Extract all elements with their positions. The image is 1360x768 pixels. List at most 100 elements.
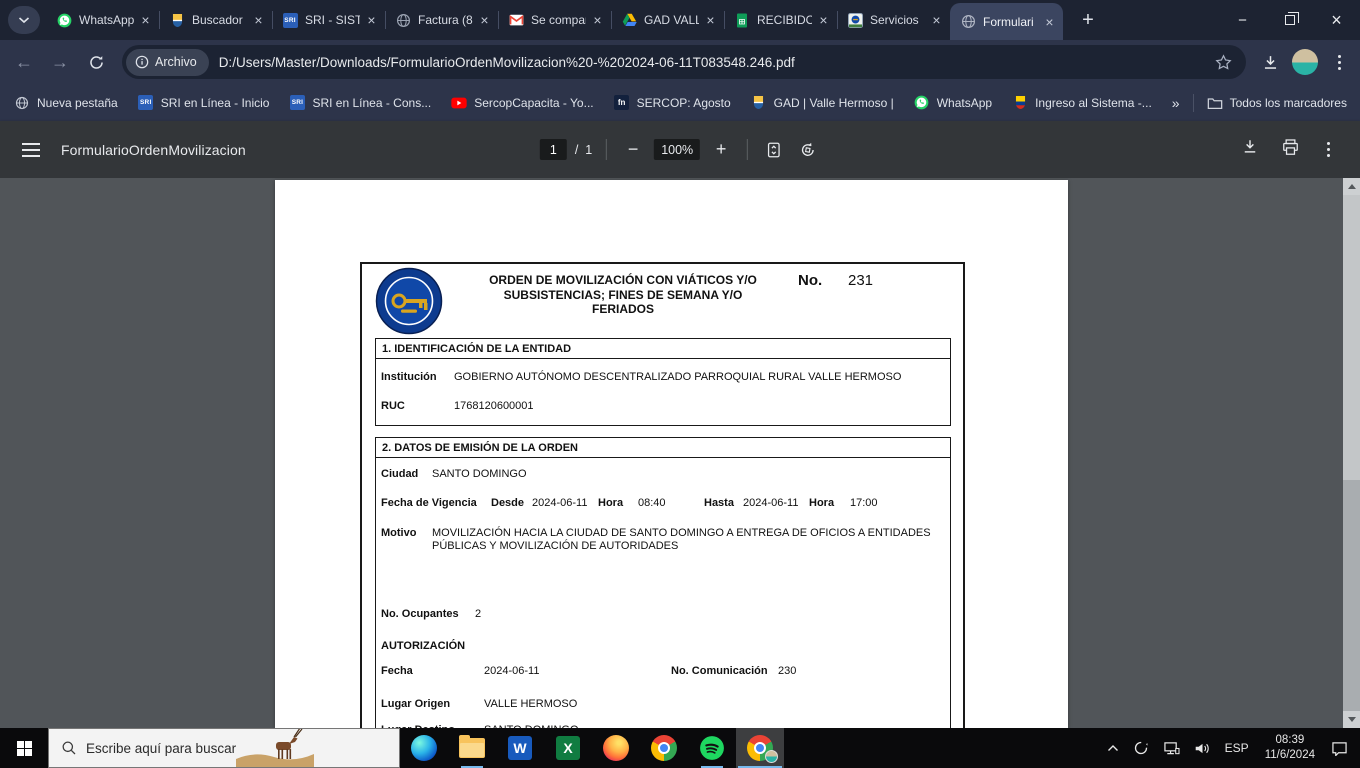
- bookmark-sri-inicio[interactable]: SRI SRI en Línea - Inicio: [138, 95, 270, 111]
- bookmark-sri-consultas[interactable]: SRI SRI en Línea - Cons...: [289, 95, 431, 111]
- firefox-icon: [603, 735, 629, 761]
- taskbar-clock[interactable]: 08:39 11/6/2024: [1256, 733, 1324, 763]
- close-icon[interactable]: ×: [702, 12, 719, 29]
- taskbar-chrome-active[interactable]: [736, 728, 784, 768]
- chrome-icon: [651, 735, 677, 761]
- language-indicator[interactable]: ESP: [1218, 728, 1256, 768]
- close-icon[interactable]: ×: [928, 12, 945, 29]
- taskbar-search[interactable]: Escribe aquí para buscar: [48, 728, 400, 768]
- close-window-button[interactable]: ×: [1313, 0, 1360, 40]
- pdf-right-controls: [1241, 138, 1334, 162]
- bookmark-whatsapp[interactable]: WhatsApp: [914, 95, 992, 111]
- divider: [606, 139, 607, 160]
- tray-chevron-up[interactable]: [1100, 728, 1126, 768]
- tab-factura[interactable]: Factura (8 ×: [385, 0, 498, 40]
- sync-icon: [1133, 740, 1149, 756]
- tab-drive[interactable]: GAD VALL ×: [611, 0, 724, 40]
- bookmark-star-icon[interactable]: [1214, 53, 1233, 72]
- pdf-viewport[interactable]: ORDEN DE MOVILIZACIÓN CON VIÁTICOS Y/O S…: [0, 178, 1360, 728]
- bookmark-nueva-pestana[interactable]: Nueva pestaña: [14, 95, 118, 111]
- file-scheme-chip[interactable]: Archivo: [126, 49, 209, 76]
- taskbar-word[interactable]: W: [496, 728, 544, 768]
- taskbar-chrome[interactable]: [640, 728, 688, 768]
- close-icon[interactable]: ×: [137, 12, 154, 29]
- rotate-icon: [799, 141, 817, 159]
- downloads-button[interactable]: [1254, 46, 1286, 78]
- taskbar-spotify[interactable]: [688, 728, 736, 768]
- taskbar-firefox[interactable]: [592, 728, 640, 768]
- bookmark-gad-valle-hermoso[interactable]: GAD | Valle Hermoso |: [751, 95, 894, 111]
- close-icon[interactable]: ×: [476, 12, 493, 29]
- tab-buscador[interactable]: Buscador ×: [159, 0, 272, 40]
- tab-title: WhatsApp: [79, 13, 134, 27]
- bookmark-label: Nueva pestaña: [37, 96, 118, 110]
- pdf-menu-button[interactable]: [22, 143, 40, 157]
- document-outer-box: ORDEN DE MOVILIZACIÓN CON VIÁTICOS Y/O S…: [360, 262, 965, 728]
- sri-icon: SRI: [282, 12, 298, 28]
- bookmark-ingreso-sistema[interactable]: Ingreso al Sistema -...: [1012, 95, 1152, 111]
- taskbar-edge[interactable]: [400, 728, 448, 768]
- tray-volume-button[interactable]: [1187, 728, 1218, 768]
- field-ruc: RUC 1768120600001: [381, 400, 945, 413]
- taskbar-file-explorer[interactable]: [448, 728, 496, 768]
- back-button[interactable]: ←: [7, 45, 41, 79]
- profile-avatar[interactable]: [1292, 49, 1318, 75]
- section-header: 2. DATOS DE EMISIÓN DE LA ORDEN: [376, 438, 950, 458]
- pdf-download-button[interactable]: [1241, 138, 1259, 161]
- tab-gmail[interactable]: Se compar ×: [498, 0, 611, 40]
- tab-servicios[interactable]: Servicios ×: [837, 0, 950, 40]
- restore-button[interactable]: [1266, 0, 1313, 40]
- tray-sync-icon-button[interactable]: [1126, 728, 1156, 768]
- close-icon[interactable]: ×: [1041, 13, 1058, 30]
- all-bookmarks-button[interactable]: Todos los marcadores: [1207, 95, 1347, 111]
- network-icon: [1163, 741, 1180, 756]
- close-icon[interactable]: ×: [363, 12, 380, 29]
- document-title: ORDEN DE MOVILIZACIÓN CON VIÁTICOS Y/O S…: [458, 273, 788, 317]
- action-center-button[interactable]: [1324, 728, 1360, 768]
- rotate-button[interactable]: [796, 138, 820, 162]
- tab-sri-sistema[interactable]: SRI SRI - SISTE ×: [272, 0, 385, 40]
- scroll-up-button[interactable]: [1343, 178, 1360, 195]
- tab-list: WhatsApp × Buscador × SRI SRI - SISTE × …: [46, 0, 1063, 40]
- taskbar-excel[interactable]: X: [544, 728, 592, 768]
- all-bookmarks-label: Todos los marcadores: [1230, 96, 1347, 110]
- chip-label: Archivo: [155, 55, 197, 69]
- zoom-out-button[interactable]: −: [621, 138, 645, 162]
- sri-icon: SRI: [138, 95, 154, 111]
- close-icon[interactable]: ×: [589, 12, 606, 29]
- speaker-icon: [1194, 741, 1211, 756]
- new-tab-button[interactable]: +: [1073, 5, 1103, 35]
- bookmark-sercop-youtube[interactable]: SercopCapacita - Yo...: [451, 95, 593, 111]
- pdf-title: FormularioOrdenMovilizacion: [61, 142, 246, 158]
- start-button[interactable]: [0, 728, 48, 768]
- bookmark-label: SRI en Línea - Inicio: [161, 96, 270, 110]
- bookmark-label: SERCOP: Agosto: [637, 96, 731, 110]
- browser-menu-button[interactable]: [1324, 55, 1354, 70]
- bookmarks-overflow-button[interactable]: »: [1172, 95, 1180, 111]
- page-count-label: / 1: [575, 143, 592, 157]
- window-controls: − ×: [1219, 0, 1360, 40]
- fit-page-button[interactable]: [762, 138, 786, 162]
- tab-search-button[interactable]: [8, 6, 40, 34]
- tab-formulario-active[interactable]: Formulari ×: [950, 3, 1063, 40]
- tab-whatsapp[interactable]: WhatsApp ×: [46, 0, 159, 40]
- pdf-print-button[interactable]: [1281, 138, 1300, 162]
- close-icon[interactable]: ×: [250, 12, 267, 29]
- close-icon[interactable]: ×: [815, 12, 832, 29]
- pdf-scrollbar[interactable]: [1343, 178, 1360, 728]
- scroll-down-button[interactable]: [1343, 711, 1360, 728]
- minimize-button[interactable]: −: [1219, 0, 1266, 40]
- zoom-in-button[interactable]: +: [709, 138, 733, 162]
- address-bar[interactable]: Archivo D:/Users/Master/Downloads/Formul…: [122, 45, 1246, 79]
- sercop-icon: fn: [614, 95, 630, 111]
- forward-button[interactable]: →: [43, 45, 77, 79]
- tray-network-button[interactable]: [1156, 728, 1187, 768]
- tab-sheets[interactable]: RECIBIDO ×: [724, 0, 837, 40]
- reload-button[interactable]: [79, 45, 113, 79]
- pdf-more-button[interactable]: [1322, 142, 1334, 157]
- bookmark-sercop[interactable]: fn SERCOP: Agosto: [614, 95, 731, 111]
- page-number-input[interactable]: 1: [540, 139, 567, 160]
- scrollbar-thumb[interactable]: [1343, 195, 1360, 480]
- zoom-level[interactable]: 100%: [654, 139, 700, 160]
- notification-icon: [1331, 741, 1348, 756]
